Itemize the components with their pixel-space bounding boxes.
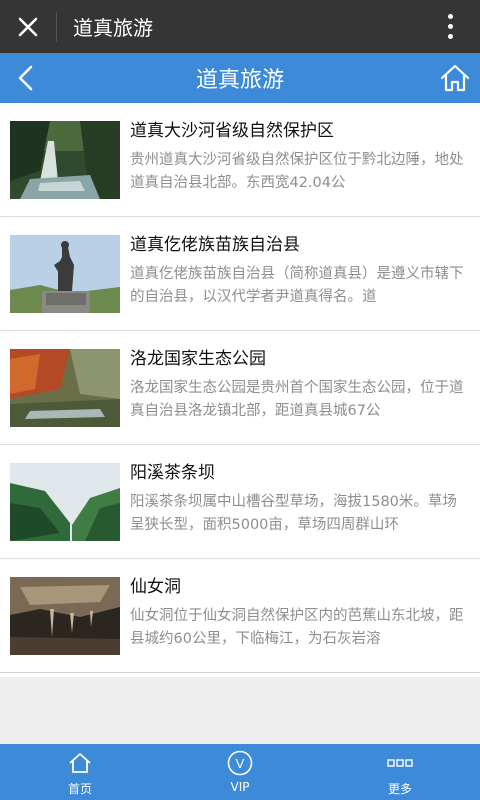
thumbnail-image — [10, 121, 120, 199]
item-title: 仙女洞 — [130, 577, 181, 597]
more-vertical-icon — [447, 14, 453, 39]
svg-text:V: V — [236, 756, 245, 771]
app-title: 道真旅游 — [73, 16, 153, 40]
list-item[interactable]: 道真大沙河省级自然保护区 贵州道真大沙河省级自然保护区位于黔北边陲，地处道真自治… — [0, 103, 480, 217]
page-title: 道真旅游 — [195, 68, 284, 93]
close-button[interactable] — [0, 0, 56, 53]
tab-more-label: 更多 — [387, 782, 412, 796]
item-description: 贵州道真大沙河省级自然保护区位于黔北边陲，地处道真自治县北部。东西宽42.04公 — [130, 152, 464, 191]
attraction-list: 道真大沙河省级自然保护区 贵州道真大沙河省级自然保护区位于黔北边陲，地处道真自治… — [0, 103, 480, 677]
home-icon — [69, 753, 91, 773]
tab-home-label: 首页 — [67, 782, 92, 796]
app-top-bar: 道真旅游 — [0, 0, 480, 53]
thumbnail-image — [10, 463, 120, 541]
list-item[interactable]: 洛龙国家生态公园 洛龙国家生态公园是贵州首个国家生态公园，位于道真自治县洛龙镇北… — [0, 331, 480, 445]
back-button[interactable] — [12, 63, 42, 93]
list-item[interactable]: 仙女洞 仙女洞位于仙女洞自然保护区内的芭蕉山东北坡，距县城约60公里，下临梅江，… — [0, 559, 480, 673]
item-description: 阳溪茶条坝属中山槽谷型草场，海拔1580米。草场呈狭长型，面积5000亩，草场四… — [130, 494, 457, 533]
item-title: 阳溪茶条坝 — [130, 463, 215, 483]
item-title: 道真大沙河省级自然保护区 — [130, 121, 334, 141]
thumbnail-image — [10, 577, 120, 655]
more-menu-button[interactable] — [420, 0, 480, 53]
tab-vip[interactable]: V VIP — [160, 744, 320, 800]
item-title: 道真仡佬族苗族自治县 — [130, 235, 300, 255]
more-horizontal-icon — [387, 759, 413, 767]
item-description: 洛龙国家生态公园是贵州首个国家生态公园，位于道真自治县洛龙镇北部，距道真县城67… — [130, 380, 464, 419]
item-title: 洛龙国家生态公园 — [130, 349, 266, 369]
close-icon — [18, 17, 38, 36]
list-item[interactable]: 阳溪茶条坝 阳溪茶条坝属中山槽谷型草场，海拔1580米。草场呈狭长型，面积500… — [0, 445, 480, 559]
home-button[interactable] — [438, 61, 472, 95]
item-description: 仙女洞位于仙女洞自然保护区内的芭蕉山东北坡，距县城约60公里，下临梅江，为石灰岩… — [130, 608, 464, 647]
item-description: 道真仡佬族苗族自治县（简称道真县）是遵义市辖下的自治县，以汉代学者尹道真得名。道 — [130, 266, 464, 305]
bottom-tab-bar: 首页 V VIP 更多 — [0, 744, 480, 800]
tab-more[interactable]: 更多 — [320, 744, 480, 800]
page-header: 道真旅游 — [0, 53, 480, 103]
tab-vip-label: VIP — [230, 780, 250, 794]
thumbnail-image — [10, 235, 120, 313]
list-item[interactable]: 道真仡佬族苗族自治县 道真仡佬族苗族自治县（简称道真县）是遵义市辖下的自治县，以… — [0, 217, 480, 331]
tab-home[interactable]: 首页 — [0, 744, 160, 800]
vip-icon: V — [227, 750, 253, 776]
thumbnail-image — [10, 349, 120, 427]
